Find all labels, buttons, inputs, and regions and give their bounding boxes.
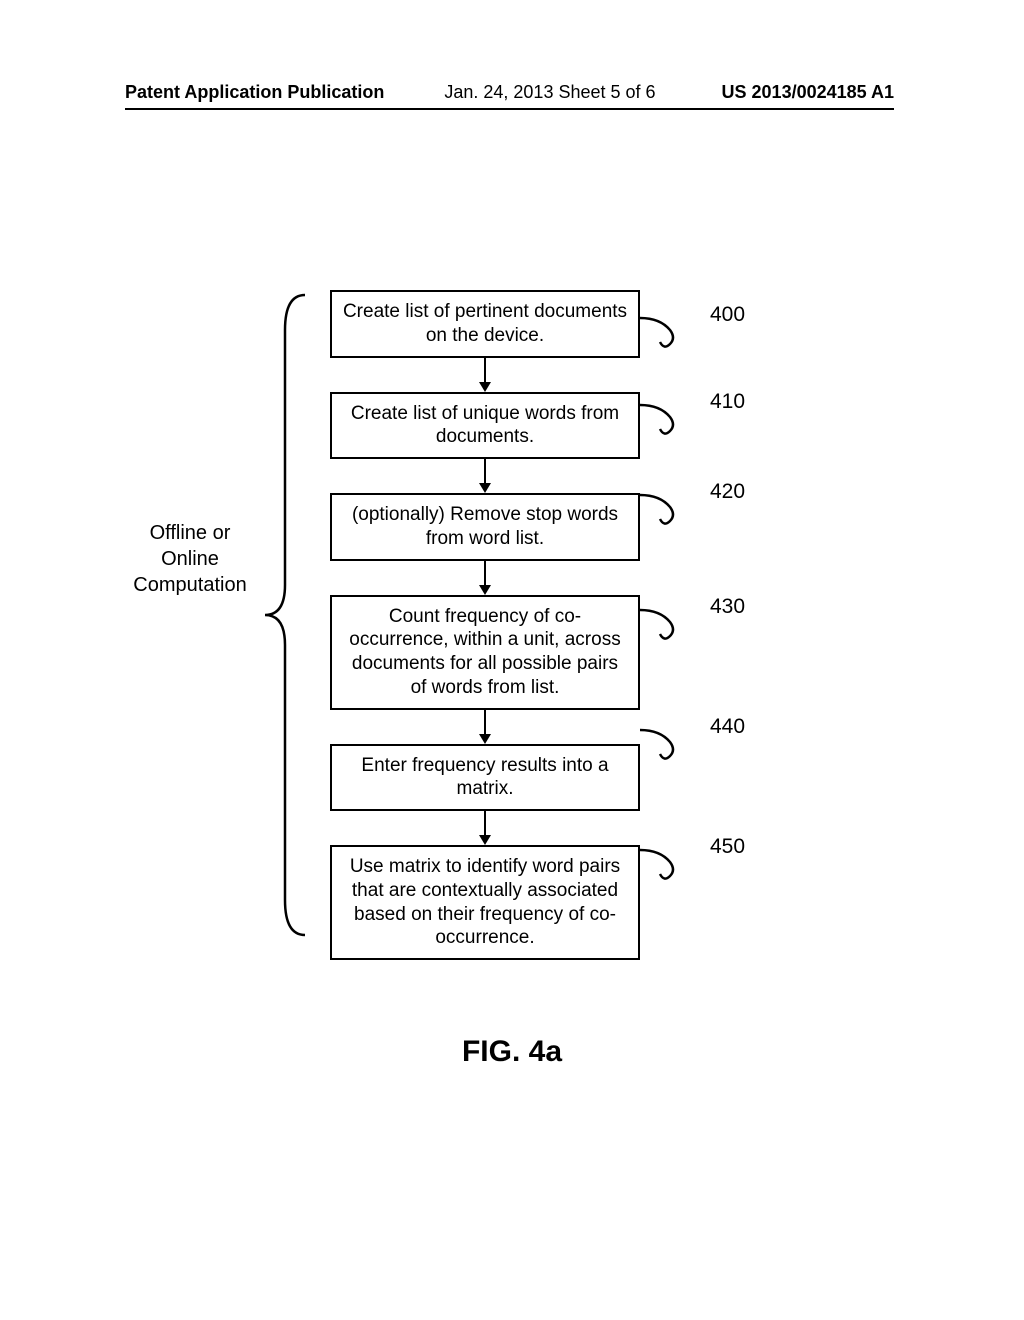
step-text: Create list of unique words from documen…: [351, 403, 619, 448]
brace-label: Offline or Online Computation: [120, 520, 260, 598]
curly-brace-icon: [260, 290, 310, 940]
step-box-430: Count frequency of co-occurrence, within…: [330, 595, 640, 710]
step-box-400: Create list of pertinent documents on th…: [330, 290, 640, 358]
flow-column: Create list of pertinent documents on th…: [330, 290, 640, 960]
ref-number: 420: [710, 480, 745, 504]
step-text: Count frequency of co-occurrence, within…: [349, 606, 620, 698]
header-publication: Patent Application Publication: [125, 82, 384, 103]
header-date-sheet: Jan. 24, 2013 Sheet 5 of 6: [444, 82, 655, 103]
arrow-down-icon: [330, 561, 640, 595]
step-box-410: Create list of unique words from documen…: [330, 392, 640, 460]
step-box-440: Enter frequency results into a matrix.: [330, 744, 640, 812]
ref-number: 400: [710, 303, 745, 327]
arrow-down-icon: [330, 710, 640, 744]
ref-number: 450: [710, 835, 745, 859]
arrow-down-icon: [330, 811, 640, 845]
ref-hook-icon: [640, 600, 700, 645]
ref-number: 410: [710, 390, 745, 414]
page-header: Patent Application Publication Jan. 24, …: [0, 82, 1024, 103]
ref-number: 430: [710, 595, 745, 619]
header-patent-number: US 2013/0024185 A1: [722, 82, 894, 103]
ref-hook-icon: [640, 720, 700, 765]
step-box-450: Use matrix to identify word pairs that a…: [330, 845, 640, 960]
step-text: Enter frequency results into a matrix.: [361, 755, 608, 800]
header-rule: [125, 108, 894, 110]
arrow-down-icon: [330, 358, 640, 392]
step-text: Create list of pertinent documents on th…: [343, 301, 627, 346]
arrow-down-icon: [330, 459, 640, 493]
figure-label: FIG. 4a: [0, 1035, 1024, 1069]
step-text: Use matrix to identify word pairs that a…: [350, 856, 620, 948]
ref-hook-icon: [640, 840, 700, 885]
ref-hook-icon: [640, 485, 700, 530]
step-box-420: (optionally) Remove stop words from word…: [330, 493, 640, 561]
flowchart: Offline or Online Computation Create lis…: [120, 290, 880, 970]
ref-hook-icon: [640, 395, 700, 440]
step-text: (optionally) Remove stop words from word…: [352, 504, 618, 549]
ref-number: 440: [710, 715, 745, 739]
ref-hook-icon: [640, 308, 700, 353]
